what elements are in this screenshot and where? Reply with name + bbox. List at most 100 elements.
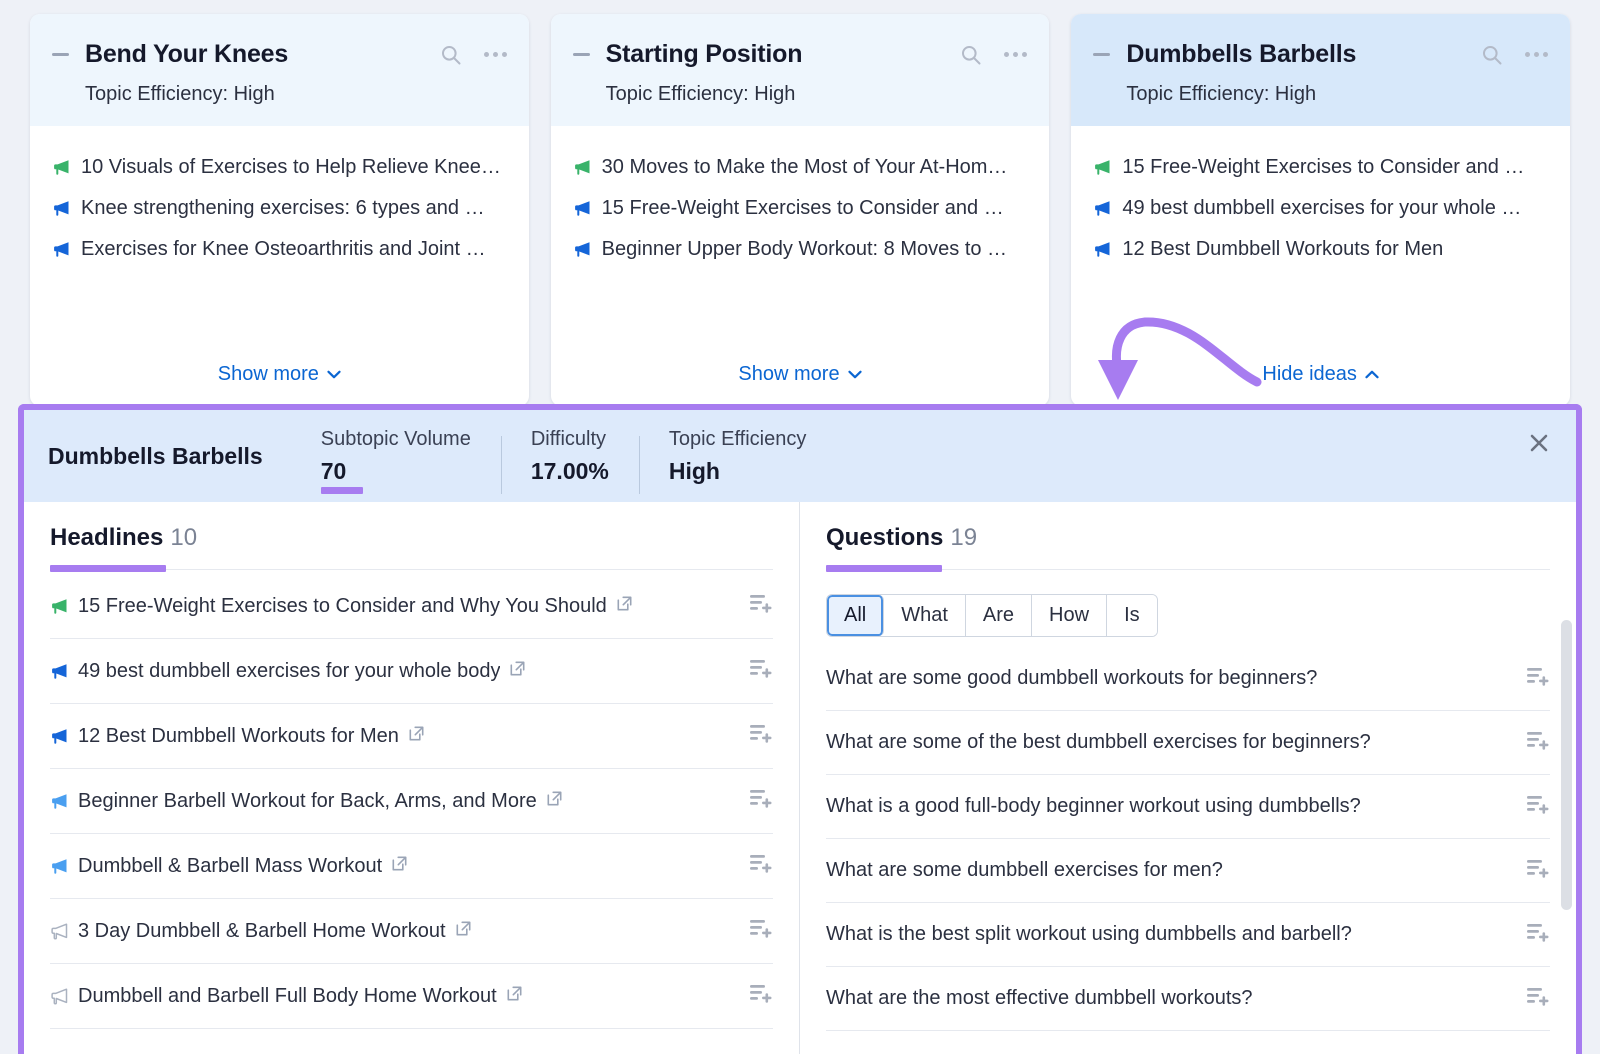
subtopic-card-title: Bend Your Knees xyxy=(85,40,288,69)
external-link-icon[interactable] xyxy=(616,595,633,618)
megaphone-icon xyxy=(50,597,69,616)
topic-efficiency-label: Topic Efficiency: High xyxy=(606,83,1028,106)
add-to-list-icon[interactable] xyxy=(733,787,773,815)
megaphone-icon xyxy=(573,240,592,259)
add-to-list-icon[interactable] xyxy=(733,722,773,750)
questions-label: Questions xyxy=(826,524,943,551)
list-item[interactable]: 15 Free-Weight Exercises to Consider and… xyxy=(1093,156,1548,179)
show-more-button[interactable]: Show more xyxy=(218,363,341,386)
table-row[interactable]: What is a good full-body beginner workou… xyxy=(826,775,1550,839)
table-row[interactable]: Beginner Barbell Workout for Back, Arms,… xyxy=(50,769,773,834)
kpi-block: Subtopic Volume70 xyxy=(291,428,501,485)
list-item[interactable]: 15 Free-Weight Exercises to Consider and… xyxy=(573,197,1028,220)
megaphone-icon xyxy=(573,199,592,218)
table-row[interactable]: What are some dumbbell exercises for men… xyxy=(826,839,1550,903)
card-header-row: Dumbbells Barbells xyxy=(1093,40,1548,69)
add-to-list-icon[interactable] xyxy=(1510,793,1550,821)
close-icon[interactable] xyxy=(1528,432,1550,454)
list-item[interactable]: 30 Moves to Make the Most of Your At-Hom… xyxy=(573,156,1028,179)
question-filter-group[interactable]: AllWhatAreHowIs xyxy=(826,594,1158,637)
subtopic-card-header: Dumbbells Barbells Topic Efficiency: High xyxy=(1071,14,1570,126)
list-item[interactable]: Exercises for Knee Osteoarthritis and Jo… xyxy=(52,238,507,261)
question-filter-are[interactable]: Are xyxy=(966,595,1032,636)
add-to-list-icon[interactable] xyxy=(733,982,773,1010)
hide-ideas-button[interactable]: Hide ideas xyxy=(1262,363,1379,386)
panel-title: Dumbbells Barbells xyxy=(48,443,291,470)
question-filter-what[interactable]: What xyxy=(884,595,966,636)
add-to-list-icon[interactable] xyxy=(1510,985,1550,1013)
headline-text: 15 Free-Weight Exercises to Consider and… xyxy=(78,595,607,618)
megaphone-icon xyxy=(1093,158,1112,177)
topic-efficiency-label: Topic Efficiency: High xyxy=(1126,83,1548,106)
more-options-icon[interactable] xyxy=(1525,52,1548,57)
question-text: What are some good dumbbell workouts for… xyxy=(826,667,1317,690)
table-row[interactable]: Dumbbell and Barbell Full Body Home Work… xyxy=(50,964,773,1029)
table-row[interactable]: What are the most effective dumbbell wor… xyxy=(826,967,1550,1031)
list-item[interactable]: 12 Best Dumbbell Workouts for Men xyxy=(1093,238,1548,261)
external-link-icon[interactable] xyxy=(408,725,425,748)
table-row[interactable]: What is the best split workout using dum… xyxy=(826,903,1550,967)
table-row[interactable]: 49 best dumbbell exercises for your whol… xyxy=(50,639,773,704)
collapse-minus-icon[interactable] xyxy=(573,53,590,56)
external-link-icon[interactable] xyxy=(509,660,526,683)
megaphone-icon xyxy=(52,240,71,259)
collapse-minus-icon[interactable] xyxy=(52,53,69,56)
kpi-label: Topic Efficiency xyxy=(669,428,806,451)
subtopic-card-title: Dumbbells Barbells xyxy=(1126,40,1356,69)
subtopic-card-header: Bend Your KneesTopic Efficiency: High xyxy=(30,14,529,126)
subtopic-card-footer: Hide ideas xyxy=(1071,342,1570,406)
table-row[interactable]: What are some of the best dumbbell exerc… xyxy=(826,711,1550,775)
table-row[interactable]: 12 Best Dumbbell Workouts for Men xyxy=(50,704,773,769)
list-item[interactable]: 49 best dumbbell exercises for your whol… xyxy=(1093,197,1548,220)
add-to-list-icon[interactable] xyxy=(733,917,773,945)
kpi-label: Difficulty xyxy=(531,428,609,451)
kpi-value: 17.00% xyxy=(531,458,609,485)
search-icon[interactable] xyxy=(960,44,982,66)
show-more-button[interactable]: Show more xyxy=(738,363,861,386)
subtopic-card[interactable]: Dumbbells Barbells Topic Efficiency: High… xyxy=(1071,14,1570,406)
questions-column: Questions 19 AllWhatAreHowIs What are som… xyxy=(800,502,1576,1054)
more-options-icon[interactable] xyxy=(1004,52,1027,57)
list-item[interactable]: Knee strengthening exercises: 6 types an… xyxy=(52,197,507,220)
card-header-row: Bend Your Knees xyxy=(52,40,507,69)
list-item[interactable]: Beginner Upper Body Workout: 8 Moves to … xyxy=(573,238,1028,261)
question-text: What are the most effective dumbbell wor… xyxy=(826,987,1253,1010)
megaphone-icon xyxy=(50,662,69,681)
add-to-list-icon[interactable] xyxy=(733,657,773,685)
idea-title: Knee strengthening exercises: 6 types an… xyxy=(81,197,485,220)
questions-scrollbar-thumb[interactable] xyxy=(1561,620,1572,910)
question-filter-is[interactable]: Is xyxy=(1107,595,1157,636)
external-link-icon[interactable] xyxy=(391,855,408,878)
headlines-section-header: Headlines10 xyxy=(50,502,773,570)
add-to-list-icon[interactable] xyxy=(1510,729,1550,757)
kpi-value: 70 xyxy=(321,458,347,485)
search-icon[interactable] xyxy=(440,44,462,66)
external-link-icon[interactable] xyxy=(546,790,563,813)
external-link-icon[interactable] xyxy=(455,920,472,943)
collapse-minus-icon[interactable] xyxy=(1093,53,1110,56)
table-row[interactable]: 3 Day Dumbbell & Barbell Home Workout xyxy=(50,899,773,964)
add-to-list-icon[interactable] xyxy=(1510,921,1550,949)
subtopic-card[interactable]: Starting PositionTopic Efficiency: High3… xyxy=(551,14,1050,406)
question-filter-all[interactable]: All xyxy=(827,595,884,636)
add-to-list-icon[interactable] xyxy=(1510,857,1550,885)
question-text: What are some dumbbell exercises for men… xyxy=(826,859,1223,882)
idea-title: 12 Best Dumbbell Workouts for Men xyxy=(1122,238,1443,261)
idea-title: 49 best dumbbell exercises for your whol… xyxy=(1122,197,1521,220)
external-link-icon[interactable] xyxy=(506,985,523,1008)
table-row[interactable]: Dumbbell & Barbell Mass Workout xyxy=(50,834,773,899)
search-icon[interactable] xyxy=(1481,44,1503,66)
add-to-list-icon[interactable] xyxy=(733,592,773,620)
questions-count: 19 xyxy=(950,524,977,551)
more-options-icon[interactable] xyxy=(484,52,507,57)
question-filter-how[interactable]: How xyxy=(1032,595,1107,636)
list-item[interactable]: 10 Visuals of Exercises to Help Relieve … xyxy=(52,156,507,179)
add-to-list-icon[interactable] xyxy=(733,852,773,880)
megaphone-icon xyxy=(50,857,69,876)
subtopic-card[interactable]: Bend Your KneesTopic Efficiency: High 10 … xyxy=(30,14,529,406)
table-row[interactable]: 15 Free-Weight Exercises to Consider and… xyxy=(50,574,773,639)
add-to-list-icon[interactable] xyxy=(1510,665,1550,693)
questions-section-header: Questions 19 xyxy=(826,502,1550,570)
table-row[interactable]: What are some good dumbbell workouts for… xyxy=(826,647,1550,711)
question-text: What are some of the best dumbbell exerc… xyxy=(826,731,1371,754)
